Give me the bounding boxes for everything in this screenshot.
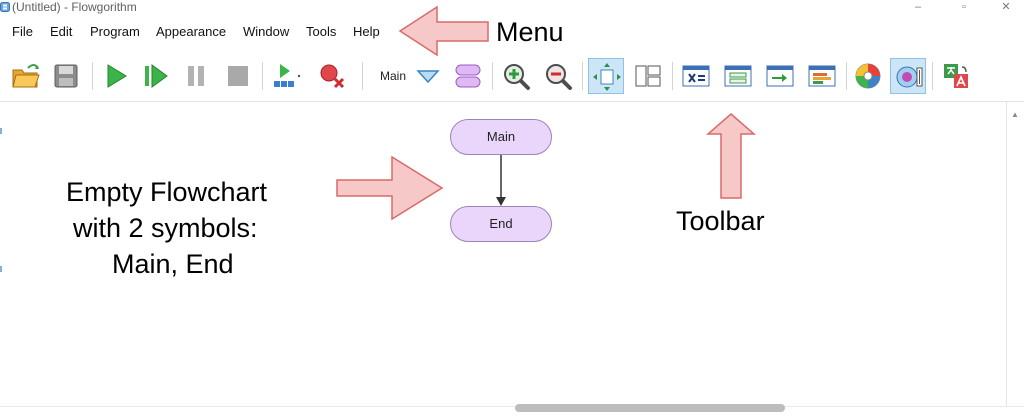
flowchart-node-end[interactable]: End [450,206,552,242]
display-options-icon [896,66,923,88]
toolbar-separator [672,62,673,90]
scroll-up-arrow[interactable]: ▲ [1011,110,1019,119]
menu-edit[interactable]: Edit [50,24,72,40]
layout-button[interactable] [588,58,624,94]
translate-icon [944,64,968,88]
menu-annotation-label: Menu [496,17,564,47]
step-icon [145,64,168,88]
toolbar-separator [92,62,93,90]
menu-help[interactable]: Help [353,24,380,40]
function-manager-icon [455,64,481,88]
canvas-edge-marker [0,266,2,272]
source-code-icon [724,65,752,87]
variable-watch-button[interactable] [268,58,304,94]
flowchart-node-main[interactable]: Main [450,119,552,155]
flowchart-annotation-line-3: Main, End [112,249,234,279]
pause-button[interactable] [178,58,214,94]
title-bar: (Untitled) - Flowgorithm – ▫ ✕ [0,0,1024,16]
menu-program[interactable]: Program [90,24,140,40]
save-icon [54,64,78,88]
toolbar-annotation-label: Toolbar [676,206,765,236]
breakpoint-clear-icon [320,64,345,89]
toolbar-separator [846,62,847,90]
canvas-edge-marker [0,128,2,134]
stop-button[interactable] [220,58,256,94]
translate-button[interactable] [938,58,974,94]
close-button[interactable]: ✕ [986,0,1024,16]
panel-layout-button[interactable] [630,58,666,94]
zoom-in-button[interactable] [498,58,534,94]
zoom-out-button[interactable] [540,58,576,94]
function-manager-button[interactable] [450,58,486,94]
color-scheme-button[interactable] [850,58,886,94]
horizontal-scrollbar-thumb[interactable] [515,404,785,412]
color-scheme-icon [855,63,881,89]
menu-tools[interactable]: Tools [306,24,336,40]
console-button[interactable] [762,58,798,94]
variable-watch-icon [274,64,301,87]
window-title: (Untitled) - Flowgorithm [12,0,137,14]
variables-window-button[interactable] [678,58,714,94]
flowchart-annotation-line-1: Empty Flowchart [66,177,268,207]
chart-window-button[interactable] [804,58,840,94]
menu-window[interactable]: Window [243,24,289,40]
display-options-button[interactable] [890,58,926,94]
layout-icon [593,63,621,91]
toolbar-separator [362,62,363,90]
menu-appearance[interactable]: Appearance [156,24,226,40]
flowchart-annotation-line-2: with 2 symbols: [73,213,258,243]
horizontal-scrollbar[interactable] [0,406,1024,418]
pause-icon [188,66,204,86]
function-dropdown-icon [416,70,440,84]
vertical-scrollbar[interactable] [1006,102,1024,406]
maximize-button[interactable]: ▫ [944,0,984,16]
save-button[interactable] [48,58,84,94]
toolbar-separator [932,62,933,90]
toolbar-separator [492,62,493,90]
variables-window-icon [682,65,710,87]
function-dropdown-button[interactable] [410,58,446,94]
breakpoint-clear-button[interactable] [314,58,350,94]
open-folder-icon [12,64,40,88]
stop-icon [228,66,248,86]
console-icon [766,65,794,87]
run-button[interactable] [98,58,134,94]
flowgorithm-app-icon [0,2,10,12]
step-button[interactable] [138,58,174,94]
source-code-button[interactable] [720,58,756,94]
toolbar-separator [582,62,583,90]
zoom-out-icon [546,64,572,90]
minimize-button[interactable]: – [898,0,938,16]
run-icon [107,64,127,88]
zoom-in-icon [504,64,530,90]
function-selector-label[interactable]: Main [380,69,406,83]
toolbar-separator [262,62,263,90]
chart-window-icon [808,65,836,87]
open-button[interactable] [8,58,44,94]
menu-file[interactable]: File [12,24,33,40]
panel-layout-icon [635,65,661,87]
